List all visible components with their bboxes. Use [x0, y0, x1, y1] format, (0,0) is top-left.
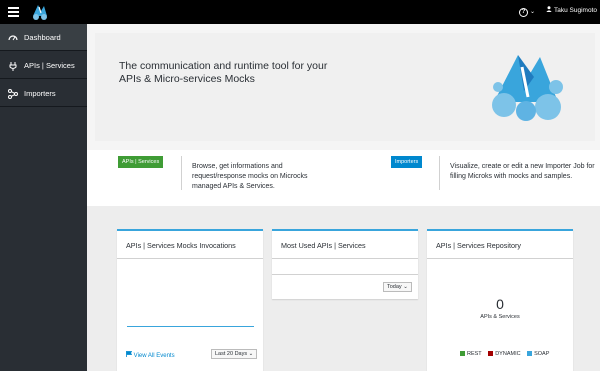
legend-label: REST — [467, 351, 482, 357]
repository-card: APIs | Services Repository 0 APIs & Serv… — [427, 229, 573, 371]
dashboard-cards: APIs | Services Mocks Invocations View A… — [87, 206, 600, 371]
legend-label: DYNAMIC — [495, 351, 521, 357]
user-icon — [546, 6, 552, 12]
repository-legend: REST DYNAMIC SOAP — [460, 351, 554, 357]
legend-swatch — [527, 351, 533, 356]
user-name: Taku Sugimoto — [554, 7, 597, 14]
divider — [117, 258, 263, 259]
view-all-events-label: View All Events — [133, 353, 175, 359]
microcks-hero-logo — [492, 55, 563, 121]
microcks-logo[interactable] — [29, 2, 51, 22]
invocations-range-dropdown[interactable]: Last 20 Days ⌄ — [211, 349, 258, 359]
hero-tagline: The communication and runtime tool for y… — [119, 60, 328, 85]
sidebar-item-dashboard[interactable]: Dashboard — [0, 24, 87, 51]
sidebar-item-importers[interactable]: Importers — [0, 80, 87, 107]
divider — [272, 274, 418, 275]
divider — [272, 258, 418, 259]
feature-tiles: APIs | Services Browse, get informations… — [87, 150, 600, 206]
help-menu[interactable]: ? ⌄ — [519, 6, 535, 17]
top-navbar: ?⌄ Taku Sugimoto⌄ — [0, 0, 600, 24]
help-caret-icon: ⌄ — [530, 9, 536, 15]
invocations-chart-line — [127, 326, 254, 327]
chevron-down-icon: ⌄ — [248, 351, 254, 357]
services-count: 0 — [496, 296, 504, 312]
mocks-invocations-card: APIs | Services Mocks Invocations View A… — [117, 229, 263, 371]
sidebar-item-label: APIs | Services — [24, 61, 75, 70]
plug-icon — [9, 62, 17, 71]
network-icon — [8, 89, 18, 99]
flag-icon — [126, 351, 133, 357]
divider — [439, 156, 440, 190]
legend-label: SOAP — [534, 351, 550, 357]
apis-services-description: Browse, get informations and request/res… — [192, 163, 308, 190]
range-label: Today — [387, 284, 402, 290]
services-count-label: APIs & Services — [480, 314, 520, 320]
card-title: APIs | Services Mocks Invocations — [126, 241, 236, 250]
sidebar-item-apis-services[interactable]: APIs | Services — [0, 52, 87, 79]
divider — [181, 156, 182, 190]
importers-badge[interactable]: Importers — [391, 156, 423, 168]
help-icon: ? — [519, 8, 528, 17]
card-title: Most Used APIs | Services — [281, 241, 366, 250]
most-used-range-dropdown[interactable]: Today ⌄ — [383, 282, 412, 292]
legend-item-dynamic: DYNAMIC — [488, 351, 521, 357]
user-menu[interactable]: Taku Sugimoto⌄ — [546, 6, 600, 14]
sidebar-item-label: Dashboard — [24, 33, 61, 42]
sidebar: Dashboard APIs | Services Importers — [0, 24, 87, 371]
divider — [427, 258, 573, 259]
range-label: Last 20 Days — [215, 351, 248, 357]
legend-swatch — [488, 351, 494, 356]
legend-swatch — [460, 351, 465, 356]
apis-services-badge[interactable]: APIs | Services — [118, 156, 164, 168]
hamburger-menu-icon[interactable] — [8, 7, 19, 17]
chevron-down-icon: ⌄ — [403, 284, 408, 290]
legend-item-rest: REST — [460, 351, 482, 357]
dashboard-icon — [8, 35, 18, 41]
card-title: APIs | Services Repository — [436, 241, 521, 250]
view-all-events-link[interactable]: View All Events — [126, 351, 175, 359]
sidebar-item-label: Importers — [24, 89, 56, 98]
hero-banner: The communication and runtime tool for y… — [95, 33, 595, 141]
legend-item-soap: SOAP — [527, 351, 549, 357]
importers-description: Visualize, create or edit a new Importer… — [450, 163, 595, 180]
most-used-card: Most Used APIs | Services Today ⌄ — [272, 229, 418, 299]
